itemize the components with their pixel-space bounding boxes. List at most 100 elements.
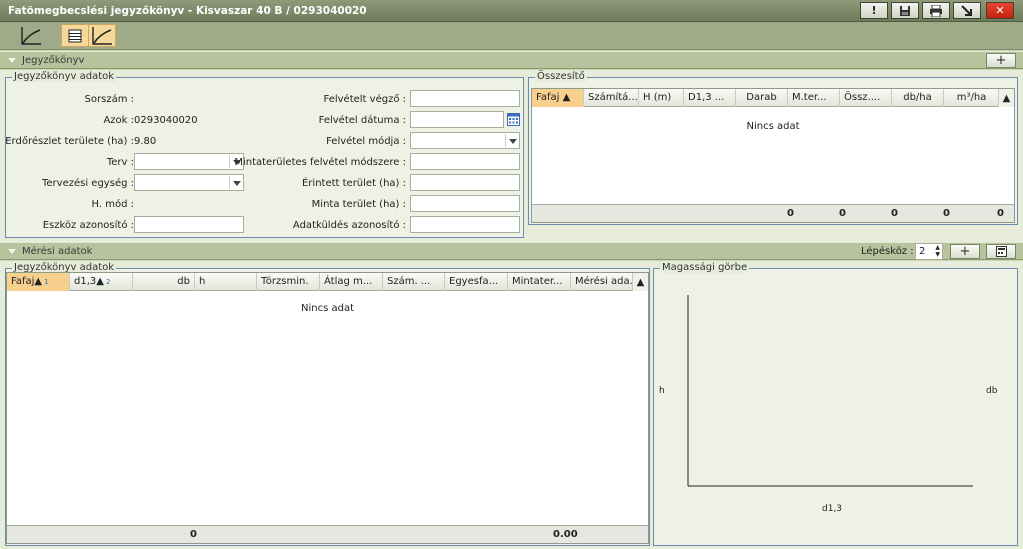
- terulet-value: 9.80: [134, 136, 157, 147]
- arrow-down-right-icon: [961, 4, 972, 16]
- minta-terulet-label: Minta terület (ha) :: [311, 199, 406, 210]
- column-header-darab[interactable]: Darab: [736, 89, 788, 107]
- column-header-fafaj[interactable]: Fafaj▲ 1: [7, 273, 70, 291]
- calendar-icon[interactable]: [507, 113, 520, 126]
- column-header-d13[interactable]: D1,3 ...: [684, 89, 736, 107]
- close-icon: ✕: [995, 4, 1005, 17]
- line-chart-icon: [21, 26, 41, 45]
- table-view-button[interactable]: [61, 24, 89, 47]
- column-header-h[interactable]: H (m): [639, 89, 684, 107]
- column-header-torzsmin[interactable]: Törzsmin.: [257, 273, 320, 291]
- meresi-group: Jegyzőkönyv adatok Fafaj▲ 1 d1,3▲ 2 db h T…: [5, 262, 650, 546]
- column-header-egyesfa[interactable]: Egyesfa...: [445, 273, 508, 291]
- main-toolbar: [0, 22, 1023, 50]
- close-button[interactable]: ✕: [986, 2, 1014, 19]
- plus-icon: +: [959, 244, 971, 259]
- adatkuldes-label: Adatküldés azonosító :: [292, 220, 406, 231]
- plus-icon: +: [995, 53, 1007, 68]
- save-button[interactable]: [891, 2, 919, 19]
- x-axis-label: d1,3: [822, 504, 843, 514]
- column-header-dbha[interactable]: db/ha: [892, 89, 944, 107]
- osszesito-grid[interactable]: Fafaj ▲ Számítá... H (m) D1,3 ... Darab …: [531, 88, 1015, 223]
- group-label: Összesítő: [535, 71, 587, 82]
- column-header-m3ha[interactable]: m³/ha: [944, 89, 1000, 107]
- add-measurement-button[interactable]: +: [950, 244, 980, 259]
- no-data-message: Nincs adat: [300, 303, 354, 314]
- felvetel-datuma-input[interactable]: [410, 111, 504, 128]
- jegyzokonyv-panel: Jegyzőkönyv adatok Sorszám : Azok : 0293…: [0, 70, 1023, 242]
- lepeskoz-label: Lépésköz :: [861, 246, 914, 257]
- azok-label: Azok :: [103, 115, 134, 126]
- caret-up-icon: ▲: [636, 276, 645, 288]
- line-chart-icon: [92, 26, 112, 45]
- no-data-message: Nincs adat: [746, 121, 800, 132]
- column-header-h[interactable]: h: [195, 273, 257, 291]
- adatkuldes-input[interactable]: [410, 216, 520, 233]
- felvetel-modja-select[interactable]: [410, 132, 520, 149]
- felvetelt-vegzo-input[interactable]: [410, 90, 520, 107]
- terv-label: Terv :: [106, 157, 134, 168]
- tervezesi-select[interactable]: [134, 174, 244, 191]
- grid-header: Fafaj ▲ Számítá... H (m) D1,3 ... Darab …: [532, 89, 1000, 107]
- group-label: Jegyzőkönyv adatok: [12, 71, 117, 82]
- azok-value: 0293040020: [134, 115, 198, 126]
- minta-terulet-input[interactable]: [410, 195, 520, 212]
- table-icon: [68, 29, 82, 42]
- meresi-panel: Jegyzőkönyv adatok Fafaj▲ 1 d1,3▲ 2 db h T…: [0, 261, 1023, 549]
- erintett-input[interactable]: [410, 174, 520, 191]
- section-title: Jegyzőkönyv: [22, 55, 85, 66]
- hmod-label: H. mód :: [91, 199, 134, 210]
- window-title: Fatömegbecslési jegyzőkönyv - Kisvaszar …: [8, 5, 367, 17]
- eszkoz-label: Eszköz azonosító :: [42, 220, 134, 231]
- column-header-szamitas[interactable]: Számítá...: [584, 89, 639, 107]
- alert-icon: !: [871, 4, 877, 17]
- printer-icon: [930, 4, 942, 17]
- calculator-button[interactable]: [986, 244, 1016, 259]
- column-header-atlag[interactable]: Átlag m...: [320, 273, 383, 291]
- sort-asc-icon: ▲: [34, 276, 43, 287]
- terv-select[interactable]: [134, 153, 244, 170]
- collapse-icon: [8, 249, 16, 254]
- chart-view-button[interactable]: [88, 24, 116, 47]
- mintateruletes-label: Mintaterületes felvétel módszere :: [234, 157, 406, 168]
- print-button[interactable]: [922, 2, 950, 19]
- y-axis-label: h: [659, 386, 665, 396]
- column-header-mintater[interactable]: Mintater...: [508, 273, 571, 291]
- chevron-down-icon: [233, 181, 241, 186]
- sorszam-label: Sorszám :: [84, 94, 134, 105]
- osszesito-group: Összesítő Fafaj ▲ Számítá... H (m) D1,3 …: [528, 71, 1018, 225]
- felvetel-modja-label: Felvétel módja :: [326, 136, 406, 147]
- column-header-meresi[interactable]: Mérési ada...: [571, 273, 634, 291]
- lepeskoz-stepper[interactable]: 2 ▲ ▼: [915, 243, 943, 260]
- minimize-button[interactable]: [953, 2, 981, 19]
- grid-scroll-up[interactable]: ▲: [998, 89, 1014, 107]
- column-header-db[interactable]: db: [133, 273, 195, 291]
- caret-up-icon: ▲: [1002, 92, 1011, 104]
- y2-axis-label: db: [986, 386, 998, 396]
- mintateruletes-input[interactable]: [410, 153, 520, 170]
- calculator-icon: [995, 246, 1007, 257]
- felvetel-datuma-label: Felvétel dátuma :: [318, 115, 406, 126]
- grid-scroll-up[interactable]: ▲: [632, 273, 648, 291]
- column-header-mter[interactable]: M.ter...: [788, 89, 840, 107]
- column-header-ossz[interactable]: Össz....: [840, 89, 892, 107]
- grid-footer: 0 0 0 0 0: [532, 204, 1014, 222]
- erintett-label: Érintett terület (ha) :: [301, 178, 406, 189]
- magassagi-gorbe-group: Magassági görbe h db d1,3: [653, 262, 1018, 546]
- meresi-grid[interactable]: Fafaj▲ 1 d1,3▲ 2 db h Törzsmin. Átlag m...…: [6, 272, 649, 544]
- alert-button[interactable]: !: [860, 2, 888, 19]
- column-header-szam[interactable]: Szám. ...: [383, 273, 445, 291]
- sort-asc-icon: ▲: [96, 276, 104, 287]
- grid-header: Fafaj▲ 1 d1,3▲ 2 db h Törzsmin. Átlag m...…: [7, 273, 634, 291]
- section-jegyzokonyv[interactable]: Jegyzőkönyv +: [0, 51, 1023, 69]
- column-header-d13[interactable]: d1,3▲ 2: [70, 273, 133, 291]
- add-button[interactable]: +: [986, 53, 1016, 68]
- tervezesi-label: Tervezési egység :: [42, 178, 134, 189]
- section-meresi-adatok[interactable]: Mérési adatok Lépésköz : 2 ▲ ▼ +: [0, 242, 1023, 260]
- column-header-fafaj[interactable]: Fafaj ▲: [532, 89, 584, 107]
- eszkoz-input[interactable]: [134, 216, 244, 233]
- curve-chart-button[interactable]: [17, 24, 45, 47]
- window-titlebar: Fatömegbecslési jegyzőkönyv - Kisvaszar …: [0, 0, 1023, 22]
- stepper-arrows-icon[interactable]: ▲ ▼: [935, 244, 940, 258]
- felvetelt-vegzo-label: Felvételt végző :: [323, 94, 407, 105]
